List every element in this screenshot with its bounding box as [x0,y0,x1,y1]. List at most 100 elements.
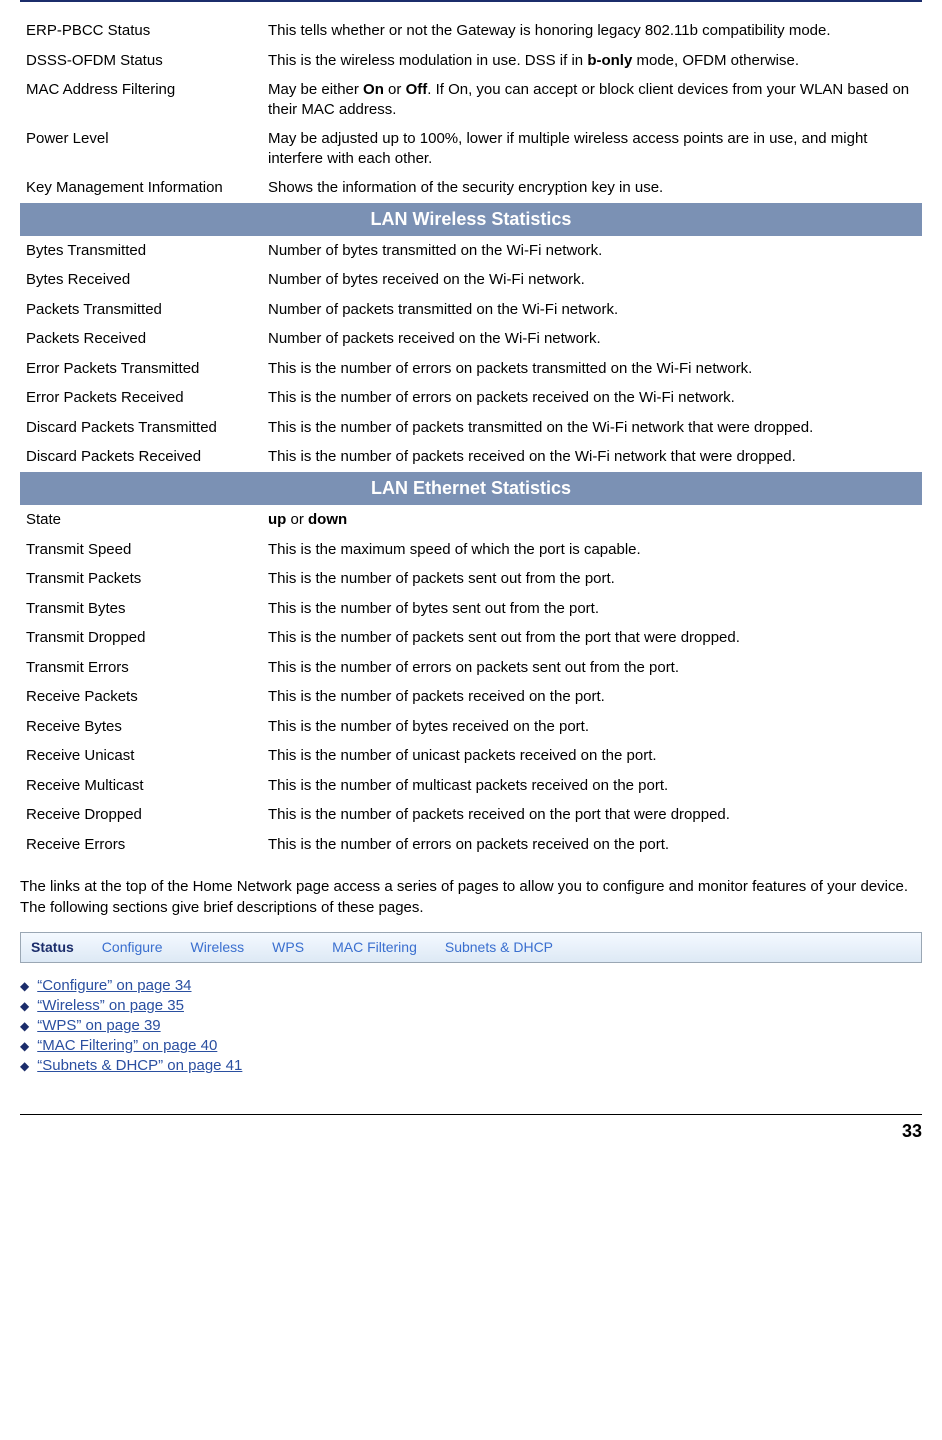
tab-wireless[interactable]: Wireless [191,939,245,955]
description-cell: Number of packets transmitted on the Wi-… [262,295,922,325]
description-cell: up or down [262,505,922,535]
term-cell: Error Packets Received [20,383,262,413]
table-row: Discard Packets TransmittedThis is the n… [20,413,922,443]
description-cell: This is the number of errors on packets … [262,383,922,413]
table-row: Transmit ErrorsThis is the number of err… [20,653,922,683]
table-row: Key Management InformationShows the info… [20,173,922,203]
table-row: Bytes TransmittedNumber of bytes transmi… [20,236,922,266]
description-cell: Number of bytes transmitted on the Wi-Fi… [262,236,922,266]
intro-paragraph: The links at the top of the Home Network… [20,877,922,918]
xref-link[interactable]: “Wireless” on page 35 [37,997,184,1014]
table-row: DSSS-OFDM StatusThis is the wireless mod… [20,46,922,76]
term-cell: Receive Multicast [20,771,262,801]
description-cell: May be adjusted up to 100%, lower if mul… [262,124,922,173]
tab-subnets-dhcp[interactable]: Subnets & DHCP [445,939,553,955]
table-row: Receive PacketsThis is the number of pac… [20,682,922,712]
term-cell: Power Level [20,124,262,173]
table-row: Transmit PacketsThis is the number of pa… [20,564,922,594]
tab-wps[interactable]: WPS [272,939,304,955]
term-cell: Receive Unicast [20,741,262,771]
top-rule [20,0,922,2]
section-header-lan-ethernet: LAN Ethernet Statistics [20,472,922,505]
description-cell: This is the number of unicast packets re… [262,741,922,771]
xref-link[interactable]: “WPS” on page 39 [37,1017,160,1034]
tab-mac-filtering[interactable]: MAC Filtering [332,939,417,955]
list-item: ◆ “Subnets & DHCP” on page 41 [20,1057,922,1074]
diamond-bullet-icon: ◆ [20,1059,29,1073]
term-cell: Packets Received [20,324,262,354]
list-item: ◆ “MAC Filtering” on page 40 [20,1037,922,1054]
term-cell: MAC Address Filtering [20,75,262,124]
table-row: Bytes ReceivedNumber of bytes received o… [20,265,922,295]
description-cell: This is the number of multicast packets … [262,771,922,801]
tab-status[interactable]: Status [31,939,74,955]
list-item: ◆ “Wireless” on page 35 [20,997,922,1014]
section-title: LAN Wireless Statistics [20,203,922,236]
description-cell: Shows the information of the security en… [262,173,922,203]
term-cell: Error Packets Transmitted [20,354,262,384]
xref-link[interactable]: “Configure” on page 34 [37,977,191,994]
table-row: Transmit DroppedThis is the number of pa… [20,623,922,653]
table-row: ERP-PBCC StatusThis tells whether or not… [20,16,922,46]
term-cell: Packets Transmitted [20,295,262,325]
list-item: ◆ “Configure” on page 34 [20,977,922,994]
term-cell: ERP-PBCC Status [20,16,262,46]
description-cell: This is the number of errors on packets … [262,830,922,860]
description-cell: This tells whether or not the Gateway is… [262,16,922,46]
description-cell: This is the number of errors on packets … [262,653,922,683]
description-cell: Number of bytes received on the Wi-Fi ne… [262,265,922,295]
term-cell: Key Management Information [20,173,262,203]
table-row: Power LevelMay be adjusted up to 100%, l… [20,124,922,173]
description-cell: This is the maximum speed of which the p… [262,535,922,565]
description-cell: This is the number of packets transmitte… [262,413,922,443]
term-cell: DSSS-OFDM Status [20,46,262,76]
description-cell: This is the number of packets sent out f… [262,564,922,594]
section-header-lan-wireless: LAN Wireless Statistics [20,203,922,236]
table-row: Transmit SpeedThis is the maximum speed … [20,535,922,565]
table-row: Receive MulticastThis is the number of m… [20,771,922,801]
xref-link-list: ◆ “Configure” on page 34 ◆ “Wireless” on pa… [20,977,922,1074]
term-cell: Receive Bytes [20,712,262,742]
term-cell: Transmit Speed [20,535,262,565]
term-cell: Receive Dropped [20,800,262,830]
xref-link[interactable]: “MAC Filtering” on page 40 [37,1037,217,1054]
description-cell: This is the number of bytes sent out fro… [262,594,922,624]
term-cell: Transmit Errors [20,653,262,683]
description-cell: This is the wireless modulation in use. … [262,46,922,76]
table-row: Receive DroppedThis is the number of pac… [20,800,922,830]
table-row: Receive ErrorsThis is the number of erro… [20,830,922,860]
description-cell: Number of packets received on the Wi-Fi … [262,324,922,354]
table-row: Stateup or down [20,505,922,535]
description-cell: This is the number of packets received o… [262,682,922,712]
table-row: MAC Address FilteringMay be either On or… [20,75,922,124]
table-row: Packets TransmittedNumber of packets tra… [20,295,922,325]
description-cell: This is the number of bytes received on … [262,712,922,742]
diamond-bullet-icon: ◆ [20,1019,29,1033]
term-cell: Receive Errors [20,830,262,860]
diamond-bullet-icon: ◆ [20,979,29,993]
section-title: LAN Ethernet Statistics [20,472,922,505]
term-cell: Bytes Transmitted [20,236,262,266]
term-cell: State [20,505,262,535]
definitions-table: ERP-PBCC StatusThis tells whether or not… [20,16,922,859]
tab-configure[interactable]: Configure [102,939,163,955]
table-row: Packets ReceivedNumber of packets receiv… [20,324,922,354]
term-cell: Receive Packets [20,682,262,712]
description-cell: This is the number of packets received o… [262,442,922,472]
description-cell: This is the number of errors on packets … [262,354,922,384]
table-row: Receive UnicastThis is the number of uni… [20,741,922,771]
table-row: Transmit BytesThis is the number of byte… [20,594,922,624]
term-cell: Discard Packets Received [20,442,262,472]
description-cell: May be either On or Off. If On, you can … [262,75,922,124]
xref-link[interactable]: “Subnets & DHCP” on page 41 [37,1057,242,1074]
page-number: 33 [902,1121,922,1141]
term-cell: Discard Packets Transmitted [20,413,262,443]
diamond-bullet-icon: ◆ [20,999,29,1013]
table-row: Error Packets ReceivedThis is the number… [20,383,922,413]
list-item: ◆ “WPS” on page 39 [20,1017,922,1034]
tabs-bar: Status Configure Wireless WPS MAC Filtering S… [20,932,922,963]
term-cell: Bytes Received [20,265,262,295]
diamond-bullet-icon: ◆ [20,1039,29,1053]
page-footer: 33 [20,1114,922,1142]
term-cell: Transmit Bytes [20,594,262,624]
